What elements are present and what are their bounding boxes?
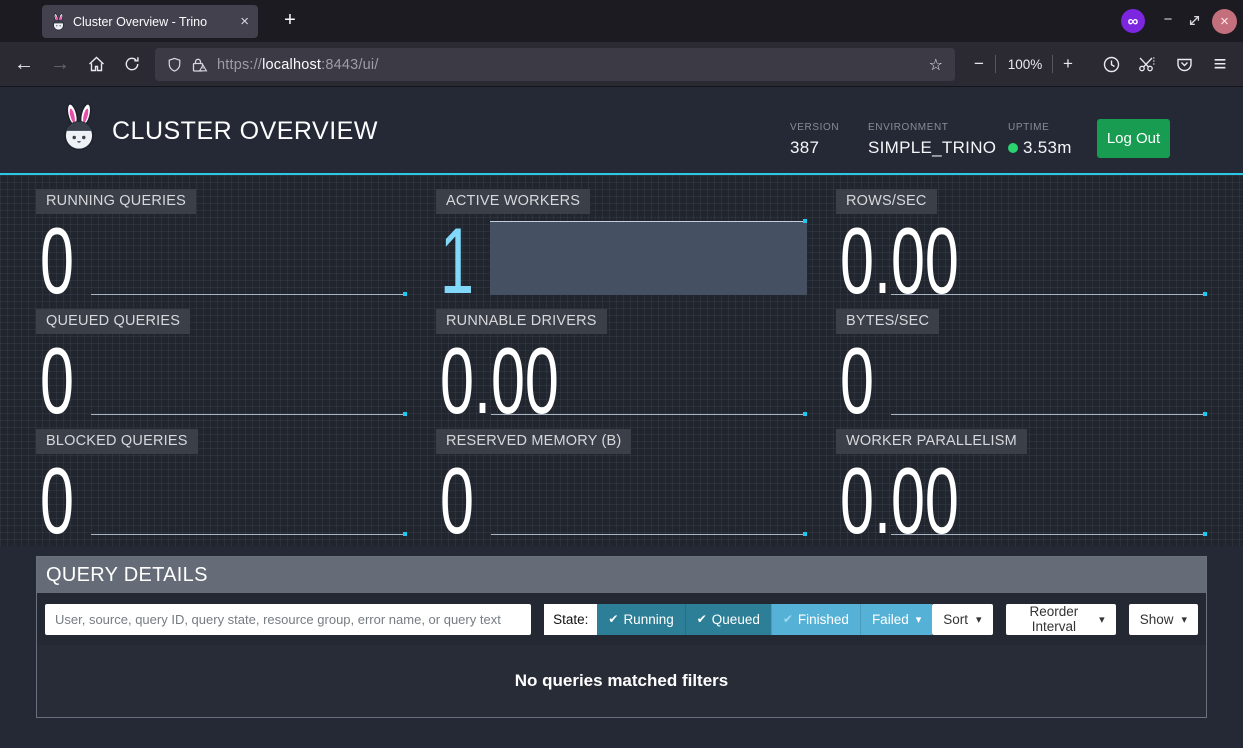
zoom-in-icon[interactable]: +: [1055, 42, 1081, 86]
state-filter-running[interactable]: ✔ Running: [597, 604, 684, 635]
stat-value: 0: [40, 214, 74, 308]
stat-tile-queued-queries: QUEUED QUERIES 0: [36, 296, 407, 416]
chevron-down-icon: ▾: [1181, 613, 1187, 626]
check-icon: ✔: [783, 612, 793, 626]
url-path: :8443/ui/: [321, 57, 378, 73]
window-close-button[interactable]: ×: [1212, 9, 1237, 34]
private-browsing-icon: ∞: [1121, 9, 1145, 33]
uptime-info: UPTIME 3.53m: [1008, 122, 1072, 158]
zoom-level-indicator[interactable]: 100%: [1001, 42, 1049, 86]
trino-bunny-logo: [58, 102, 100, 152]
browser-toolbar: ← → https://localhost:8443/ui/: [0, 42, 1243, 87]
query-details-title: QUERY DETAILS: [37, 557, 1206, 593]
uptime-value: 3.53m: [1008, 138, 1072, 158]
forward-icon[interactable]: →: [44, 42, 76, 86]
stat-value: 0: [840, 334, 874, 428]
chevron-down-icon: ▾: [976, 613, 982, 626]
stat-tile-runnable-drivers: RUNNABLE DRIVERS 0.00: [436, 296, 807, 416]
page-title: CLUSTER OVERVIEW: [112, 117, 378, 146]
trino-cluster-overview-page: CLUSTER OVERVIEW VERSION 387 ENVIRONMENT…: [0, 87, 1243, 748]
state-filter-group: State: ✔ Running ✔ Queued ✔ Finished Fai…: [544, 604, 932, 635]
sparkline-flat: [491, 414, 807, 415]
check-icon: ✔: [608, 612, 618, 626]
uptime-status-dot: [1008, 143, 1018, 153]
stat-tile-reserved-memory: RESERVED MEMORY (B) 0: [436, 416, 807, 536]
show-dropdown-button[interactable]: Show ▾: [1129, 604, 1198, 635]
reorder-interval-dropdown-button[interactable]: Reorder Interval ▾: [1006, 604, 1116, 635]
logout-button[interactable]: Log Out: [1097, 119, 1170, 158]
pocket-icon[interactable]: [1168, 42, 1200, 86]
lock-warning-icon[interactable]: [191, 57, 208, 73]
state-filter-queued[interactable]: ✔ Queued: [685, 604, 771, 635]
check-icon: ✔: [697, 612, 707, 626]
query-details-panel: QUERY DETAILS State: ✔ Running ✔ Queued …: [36, 556, 1207, 718]
list-control-buttons: Sort ▾ Reorder Interval ▾ Show ▾: [932, 604, 1198, 635]
menu-hamburger-icon[interactable]: ≡: [1204, 42, 1236, 86]
browser-tab[interactable]: Cluster Overview - Trino ×: [42, 5, 258, 38]
tab-close-icon[interactable]: ×: [240, 14, 249, 29]
zoom-out-icon[interactable]: −: [966, 42, 992, 86]
url-host: localhost: [262, 57, 321, 73]
bookmark-star-icon[interactable]: ☆: [929, 55, 943, 75]
cluster-stats-section: RUNNING QUERIES 0 ACTIVE WORKERS 1 ROWS/…: [0, 173, 1243, 546]
sparkline-area-filled: [490, 221, 807, 295]
favicon-trino-bunny-icon: [51, 13, 66, 31]
stats-grid: RUNNING QUERIES 0 ACTIVE WORKERS 1 ROWS/…: [0, 176, 1243, 536]
environment-value: SIMPLE_TRINO: [868, 138, 996, 158]
stat-tile-worker-parallelism: WORKER PARALLELISM 0.00: [836, 416, 1207, 536]
version-value: 387: [790, 138, 839, 158]
empty-message: No queries matched filters: [515, 671, 729, 691]
sparkline-flat: [491, 534, 807, 535]
new-tab-button[interactable]: +: [276, 7, 304, 35]
query-list-empty-area: No queries matched filters: [37, 645, 1206, 717]
stat-tile-running-queries: RUNNING QUERIES 0: [36, 176, 407, 296]
sparkline-flat: [891, 534, 1207, 535]
window-minimize-button[interactable]: −: [1157, 8, 1179, 32]
environment-info: ENVIRONMENT SIMPLE_TRINO: [868, 122, 996, 158]
shield-icon[interactable]: [167, 57, 182, 73]
toolbar-separator: [1052, 55, 1053, 73]
state-filter-finished[interactable]: ✔ Finished: [771, 604, 860, 635]
sparkline-flat: [91, 534, 407, 535]
window-restore-button[interactable]: [1188, 14, 1201, 27]
query-search-input[interactable]: [45, 604, 531, 635]
stat-tile-blocked-queries: BLOCKED QUERIES 0: [36, 416, 407, 536]
tab-title: Cluster Overview - Trino: [73, 15, 207, 29]
uptime-label: UPTIME: [1008, 122, 1072, 133]
query-filter-toolbar: State: ✔ Running ✔ Queued ✔ Finished Fai…: [37, 593, 1206, 645]
url-scheme: https://: [217, 57, 262, 73]
stat-tile-rows-sec: ROWS/SEC 0.00: [836, 176, 1207, 296]
stat-value: 0: [440, 454, 474, 548]
page-header: CLUSTER OVERVIEW VERSION 387 ENVIRONMENT…: [0, 87, 1243, 173]
sort-dropdown-button[interactable]: Sort ▾: [932, 604, 992, 635]
stat-tile-bytes-sec: BYTES/SEC 0: [836, 296, 1207, 416]
chevron-down-icon: ▾: [1099, 613, 1105, 626]
sparkline-flat: [91, 414, 407, 415]
chevron-down-icon: ▾: [916, 613, 922, 626]
stat-value: 1: [440, 214, 474, 308]
screenshot-scissors-icon[interactable]: [1131, 42, 1163, 86]
state-filter-label: State:: [544, 604, 597, 635]
version-label: VERSION: [790, 122, 839, 133]
sparkline-flat: [891, 294, 1207, 295]
sparkline-flat: [891, 414, 1207, 415]
environment-label: ENVIRONMENT: [868, 122, 996, 133]
history-clock-icon[interactable]: [1095, 42, 1127, 86]
stat-value: 0: [40, 334, 74, 428]
back-icon[interactable]: ←: [8, 42, 40, 86]
reload-icon[interactable]: [116, 42, 148, 86]
state-filter-failed-dropdown[interactable]: Failed ▾: [860, 604, 932, 635]
sparkline-flat: [91, 294, 407, 295]
url-text: https://localhost:8443/ui/: [217, 57, 379, 73]
toolbar-separator: [995, 55, 996, 73]
url-bar[interactable]: https://localhost:8443/ui/ ☆: [155, 48, 955, 81]
browser-titlebar: Cluster Overview - Trino × + ∞ − ×: [0, 0, 1243, 42]
version-info: VERSION 387: [790, 122, 839, 158]
stat-value: 0: [40, 454, 74, 548]
stat-tile-active-workers: ACTIVE WORKERS 1: [436, 176, 807, 296]
home-icon[interactable]: [80, 42, 112, 86]
